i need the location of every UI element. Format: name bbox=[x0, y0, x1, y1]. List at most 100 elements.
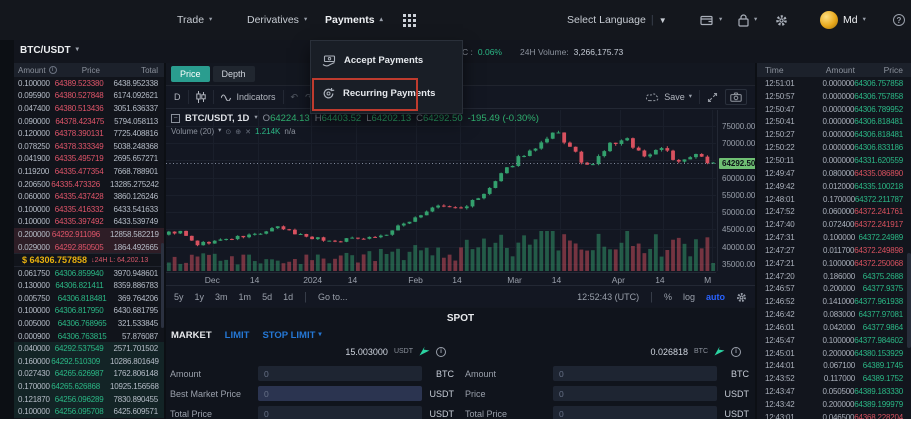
range-3m[interactable]: 3m bbox=[215, 292, 228, 302]
chevron-down-icon[interactable]: ▾ bbox=[218, 128, 221, 135]
orderbook-ask-row[interactable]: 0.10000064389.5233806438.952338 bbox=[14, 77, 164, 90]
trade-row[interactable]: 12:45:010.20000064380.153929 bbox=[757, 347, 911, 360]
screenshot-button[interactable] bbox=[725, 89, 747, 105]
trade-row[interactable]: 12:47:270.01170064372.249898 bbox=[757, 244, 911, 257]
range-5d[interactable]: 5d bbox=[262, 292, 272, 302]
nav-derivatives[interactable]: Derivatives ▾ bbox=[247, 0, 307, 40]
orderbook-bid-row[interactable]: 0.10000064306.8179506430.681795 bbox=[14, 305, 164, 318]
buy-amount-input[interactable] bbox=[258, 366, 422, 381]
info-icon[interactable]: i bbox=[731, 347, 741, 357]
tab-market[interactable]: MARKET bbox=[171, 330, 212, 341]
trade-row[interactable]: 12:50:470.00000064306.789952 bbox=[757, 103, 911, 116]
tab-depth[interactable]: Depth bbox=[213, 66, 255, 82]
gear-icon[interactable] bbox=[736, 292, 747, 303]
orderbook-ask-row[interactable]: 0.20650064335.47332613285.275242 bbox=[14, 178, 164, 191]
range-1y[interactable]: 1y bbox=[195, 292, 205, 302]
trade-row[interactable]: 12:46:520.14100064377.961938 bbox=[757, 295, 911, 308]
auto-scale-button[interactable]: auto bbox=[706, 292, 725, 302]
orderbook-ask-row[interactable]: 0.20000064292.91109612858.582219 bbox=[14, 228, 164, 241]
price-axis[interactable]: 75000.0070000.0060000.0055000.0050000.00… bbox=[717, 110, 755, 271]
help-button[interactable]: ? bbox=[893, 0, 905, 40]
trade-row[interactable]: 12:47:200.18600064375.2688 bbox=[757, 270, 911, 283]
log-scale-button[interactable]: log bbox=[683, 292, 695, 302]
study-settings-icon[interactable]: ⊕ bbox=[235, 128, 241, 136]
orderbook-ask-row[interactable]: 0.02900064292.8505051864.492665 bbox=[14, 241, 164, 254]
apps-grid-icon[interactable] bbox=[403, 0, 416, 40]
trade-row[interactable]: 12:47:210.10000064372.250068 bbox=[757, 257, 911, 270]
trade-row[interactable]: 12:46:010.04200064377.9864 bbox=[757, 321, 911, 334]
orderbook-bid-row[interactable]: 0.06175064306.8599403970.948601 bbox=[14, 267, 164, 280]
trade-row[interactable]: 12:43:520.11700064389.1752 bbox=[757, 372, 911, 385]
orderbook-bid-row[interactable]: 0.00090064306.76381557.876087 bbox=[14, 330, 164, 343]
language-selector[interactable]: Select Language | ▼ bbox=[567, 0, 667, 40]
orderbook-ask-row[interactable]: 0.09590064380.5278486174.092621 bbox=[14, 90, 164, 103]
wallet-menu[interactable]: ▾ bbox=[700, 0, 722, 40]
info-icon[interactable]: i bbox=[49, 66, 57, 74]
trade-row[interactable]: 12:43:420.20000064389.199979 bbox=[757, 398, 911, 411]
orderbook-bid-row[interactable]: 0.02743064265.6269871762.806148 bbox=[14, 368, 164, 381]
trade-row[interactable]: 12:47:310.10000064372.24989 bbox=[757, 231, 911, 244]
trade-row[interactable]: 12:45:470.10000064377.984602 bbox=[757, 334, 911, 347]
interval-button[interactable]: D bbox=[174, 92, 181, 102]
buy-best-market-price-input[interactable] bbox=[258, 386, 422, 401]
trade-row[interactable]: 12:47:400.07240064372.241917 bbox=[757, 218, 911, 231]
clock-label[interactable]: 12:52:43 (UTC) bbox=[577, 292, 639, 302]
orderbook-bid-row[interactable]: 0.00575064306.818481369.764206 bbox=[14, 292, 164, 305]
candle-style-button[interactable] bbox=[196, 91, 206, 103]
nav-payments[interactable]: Payments ▴ bbox=[325, 0, 383, 40]
tab-stop-limit[interactable]: STOP LIMIT ▾ bbox=[262, 330, 321, 341]
save-button[interactable]: Save ▾ bbox=[646, 92, 692, 102]
orderbook-ask-row[interactable]: 0.04190064335.4957192695.657271 bbox=[14, 153, 164, 166]
sell-amount-input[interactable] bbox=[553, 366, 717, 381]
percent-scale-button[interactable]: % bbox=[664, 292, 672, 302]
user-menu[interactable]: Md ▾ bbox=[820, 0, 866, 40]
chevron-down-icon[interactable]: ▾ bbox=[254, 115, 257, 122]
orderbook-bid-row[interactable]: 0.00500064306.768965321.533845 bbox=[14, 317, 164, 330]
tab-price[interactable]: Price bbox=[171, 66, 210, 82]
trade-row[interactable]: 12:48:010.17000064372.211787 bbox=[757, 193, 911, 206]
undo-button[interactable]: ↶ bbox=[291, 92, 299, 103]
eye-icon[interactable]: ⊙ bbox=[225, 128, 231, 136]
menu-item-accept-payments[interactable]: Accept Payments bbox=[311, 44, 462, 77]
security-menu[interactable]: ▾ bbox=[738, 0, 757, 40]
time-axis[interactable]: Dec14202414Feb14Mar14Apr14M bbox=[166, 272, 716, 285]
trade-row[interactable]: 12:50:570.00000064306.757858 bbox=[757, 90, 911, 103]
sell-price-input[interactable] bbox=[553, 386, 717, 401]
orderbook-ask-row[interactable]: 0.12000064378.3901317725.408816 bbox=[14, 127, 164, 140]
range-5y[interactable]: 5y bbox=[174, 292, 184, 302]
indicators-button[interactable]: Indicators bbox=[221, 92, 276, 102]
settings-button[interactable] bbox=[775, 0, 788, 40]
pair-selector[interactable]: BTC/USDT ▾ bbox=[20, 45, 79, 56]
trade-row[interactable]: 12:44:010.06710064389.1745 bbox=[757, 360, 911, 373]
orderbook-bid-row[interactable]: 0.16000064292.51030910286.801649 bbox=[14, 355, 164, 368]
orderbook-bid-row[interactable]: 0.04000064292.5375492571.701502 bbox=[14, 342, 164, 355]
orderbook-ask-row[interactable]: 0.06000064335.4374283860.126246 bbox=[14, 190, 164, 203]
tab-limit[interactable]: LIMIT bbox=[225, 330, 250, 341]
trade-row[interactable]: 12:50:110.00000064331.620559 bbox=[757, 154, 911, 167]
close-icon[interactable]: ✕ bbox=[245, 128, 251, 136]
orderbook-scrollbar[interactable] bbox=[161, 243, 164, 328]
trade-row[interactable]: 12:46:420.08300064377.97081 bbox=[757, 308, 911, 321]
trades-scrollbar[interactable] bbox=[907, 253, 911, 348]
orderbook-ask-row[interactable]: 0.10000064335.4163326433.541633 bbox=[14, 203, 164, 216]
trade-row[interactable]: 12:43:470.05050064389.183330 bbox=[757, 385, 911, 398]
trade-row[interactable]: 12:50:410.00000064306.818481 bbox=[757, 116, 911, 129]
info-icon[interactable]: i bbox=[436, 347, 446, 357]
orderbook-bid-row[interactable]: 0.12187064256.0962897830.890455 bbox=[14, 393, 164, 406]
trade-row[interactable]: 12:50:220.00000064306.833186 bbox=[757, 141, 911, 154]
nav-trade[interactable]: Trade ▾ bbox=[177, 0, 212, 40]
orderbook-ask-row[interactable]: 0.10000064335.3974926433.539749 bbox=[14, 216, 164, 229]
range-1m[interactable]: 1m bbox=[239, 292, 252, 302]
orderbook-ask-row[interactable]: 0.11920064335.4773547668.788901 bbox=[14, 165, 164, 178]
symbol-search-icon[interactable]: − bbox=[171, 114, 180, 123]
trade-row[interactable]: 12:49:420.01200064335.100218 bbox=[757, 180, 911, 193]
orderbook-ask-row[interactable]: 0.07825064378.3333495038.248368 bbox=[14, 140, 164, 153]
trade-row[interactable]: 12:51:010.00000064306.757858 bbox=[757, 77, 911, 90]
orderbook-ask-row[interactable]: 0.04740064380.5134363051.636337 bbox=[14, 102, 164, 115]
trade-row[interactable]: 12:49:470.08000064335.086890 bbox=[757, 167, 911, 180]
menu-item-recurring-payments[interactable]: Recurring Payments bbox=[311, 77, 462, 110]
orderbook-ask-row[interactable]: 0.09000064378.4234755794.058113 bbox=[14, 115, 164, 128]
trade-row[interactable]: 12:47:520.06000064372.241761 bbox=[757, 205, 911, 218]
orderbook-bid-row[interactable]: 0.10000064256.0957086425.609571 bbox=[14, 405, 164, 418]
trade-row[interactable]: 12:50:270.00000064306.818481 bbox=[757, 128, 911, 141]
